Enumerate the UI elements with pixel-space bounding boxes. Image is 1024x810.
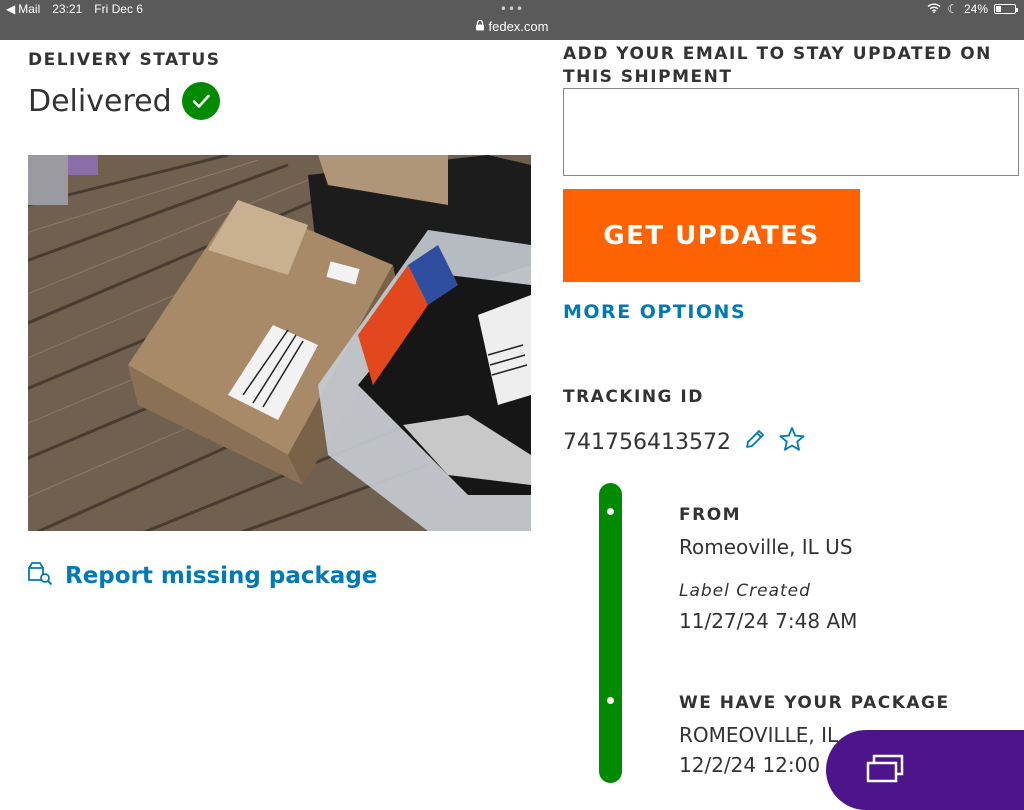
timeline-dot-package	[607, 697, 614, 704]
moon-icon: ☾	[947, 2, 958, 16]
package-heading: WE HAVE YOUR PACKAGE	[679, 693, 950, 713]
tracking-id-value: 741756413572	[563, 429, 731, 455]
delivery-status-label: DELIVERY STATUS	[28, 50, 221, 70]
back-arrow-icon: ◀	[6, 2, 16, 16]
check-icon	[181, 82, 220, 120]
more-options-link[interactable]: MORE OPTIONS	[563, 301, 746, 323]
label-created-status: Label Created	[679, 581, 811, 601]
chat-fab-button[interactable]	[826, 730, 1024, 810]
label-created-date: 11/27/24 7:48 AM	[679, 609, 858, 633]
delivery-photo[interactable]	[28, 155, 531, 531]
from-heading: FROM	[679, 505, 742, 525]
chat-icon	[866, 754, 906, 788]
email-input[interactable]	[563, 88, 1019, 176]
status-bar-left: ◀ Mail 23:21 Fri Dec 6	[6, 2, 143, 16]
back-app-label: Mail	[18, 2, 41, 16]
url-text: fedex.com	[488, 19, 549, 34]
report-missing-package-label: Report missing package	[65, 563, 378, 589]
status-bar-right: ☾ 24%	[927, 2, 1018, 16]
delivery-status-value: Delivered	[28, 82, 220, 120]
battery-percent: 24%	[963, 2, 988, 16]
shipment-timeline-bar	[599, 483, 622, 783]
report-missing-package-link[interactable]: Report missing package	[27, 560, 377, 592]
star-icon[interactable]	[779, 426, 805, 458]
wifi-icon	[927, 2, 941, 16]
get-updates-button[interactable]: GET UPDATES	[563, 189, 860, 282]
clock: 23:21	[52, 2, 83, 16]
timeline-dot-from	[607, 508, 614, 515]
back-to-app[interactable]: ◀ Mail	[6, 2, 40, 16]
tracking-id-label: TRACKING ID	[563, 387, 704, 407]
email-updates-heading: ADD YOUR EMAIL TO STAY UPDATED ON THIS S…	[563, 44, 992, 87]
delivered-text: Delivered	[28, 83, 172, 119]
from-location: Romeoville, IL US	[679, 535, 853, 559]
pencil-icon[interactable]	[743, 427, 767, 457]
multitask-dots[interactable]: •••	[500, 2, 524, 16]
address-bar[interactable]: fedex.com	[476, 19, 549, 34]
date: Fri Dec 6	[94, 2, 143, 16]
package-search-icon	[27, 560, 53, 592]
status-bar: ◀ Mail 23:21 Fri Dec 6 ••• fedex.com ☾ 2…	[0, 0, 1024, 40]
lock-icon	[476, 19, 485, 34]
timeline-event-from: FROM Romeoville, IL US Label Created 11/…	[679, 505, 857, 633]
battery-icon	[994, 4, 1018, 14]
tracking-id-row: 741756413572	[563, 426, 805, 458]
